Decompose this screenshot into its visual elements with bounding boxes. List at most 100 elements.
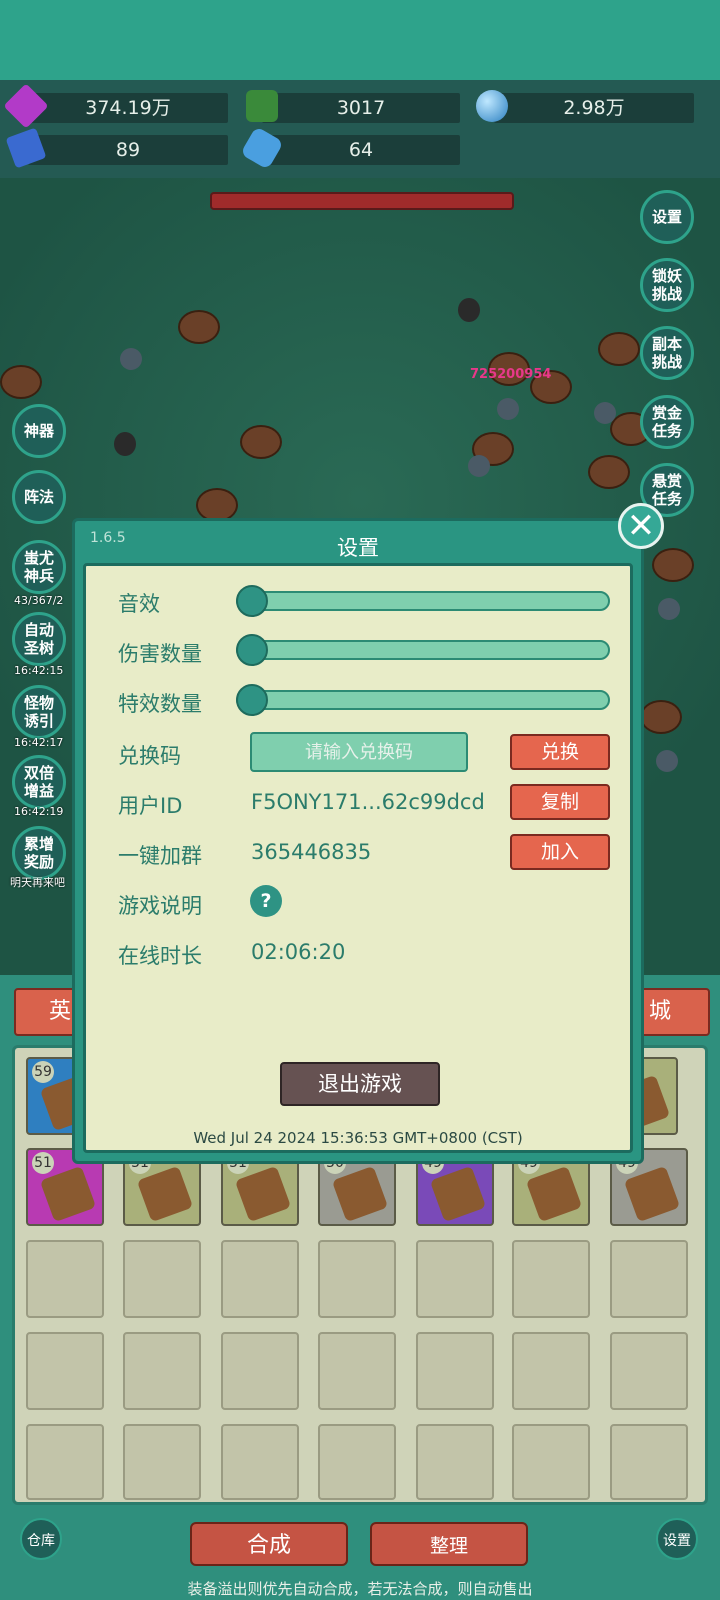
sound-slider[interactable] bbox=[236, 585, 610, 617]
resource-green-gem: 3017 bbox=[262, 93, 460, 123]
auto-sacred-tree-timer: 16:42:15 bbox=[14, 664, 64, 677]
button-label: 累增奖励 bbox=[23, 835, 54, 871]
monster-sprite bbox=[656, 750, 678, 772]
auto-merge-tip: 装备溢出则优先自动合成，若无法合成，则自动售出 bbox=[187, 1580, 533, 1598]
auto-sacred-tree-button[interactable]: 自动圣树 bbox=[12, 612, 66, 666]
button-label: 自动圣树 bbox=[23, 621, 54, 657]
monster-sprite bbox=[658, 598, 680, 620]
inventory-slot[interactable] bbox=[318, 1332, 396, 1410]
dungeon-challenge-button[interactable]: 副本挑战 bbox=[640, 326, 694, 380]
join-group-label: 一键加群 bbox=[118, 844, 202, 868]
help-icon[interactable]: ? bbox=[250, 885, 282, 917]
inventory-slot[interactable] bbox=[610, 1240, 688, 1318]
inventory-slot[interactable] bbox=[26, 1332, 104, 1410]
monster-sprite bbox=[588, 455, 630, 489]
warehouse-button[interactable]: 仓库 bbox=[20, 1518, 62, 1560]
chiyou-weapon-counter: 43/367/2 bbox=[14, 594, 64, 607]
inventory-slot[interactable] bbox=[416, 1240, 494, 1318]
button-label: 赏金任务 bbox=[651, 404, 682, 440]
exit-game-button[interactable]: 退出游戏 bbox=[280, 1062, 440, 1106]
online-time-label: 在线时长 bbox=[118, 944, 202, 968]
button-label: 合成 bbox=[246, 1533, 291, 1558]
settings-side-button[interactable]: 设置 bbox=[640, 190, 694, 244]
effect-count-label: 特效数量 bbox=[118, 692, 202, 716]
button-label: 阵法 bbox=[23, 488, 54, 506]
inventory-slot[interactable] bbox=[512, 1332, 590, 1410]
inventory-slot[interactable] bbox=[26, 1240, 104, 1318]
inventory-slot[interactable] bbox=[221, 1424, 299, 1500]
button-label: 蚩尤神兵 bbox=[23, 549, 54, 585]
redeem-code-input[interactable]: 请输入兑换码 bbox=[250, 732, 468, 772]
item-level: 51 bbox=[32, 1152, 54, 1174]
inventory-slot[interactable] bbox=[26, 1424, 104, 1500]
chiyou-weapon-button[interactable]: 蚩尤神兵 bbox=[12, 540, 66, 594]
item-level: 59 bbox=[32, 1061, 54, 1083]
join-button[interactable]: 加入 bbox=[510, 834, 610, 870]
slider-knob[interactable] bbox=[236, 634, 268, 666]
effect-count-slider[interactable] bbox=[236, 684, 610, 716]
inventory-slot[interactable] bbox=[416, 1332, 494, 1410]
redeem-code-label: 兑换码 bbox=[118, 744, 181, 768]
artifact-button[interactable]: 神器 bbox=[12, 404, 66, 458]
close-glyph: ✕ bbox=[626, 506, 656, 546]
tab-label: 英 bbox=[48, 999, 71, 1024]
resource-value: 89 bbox=[115, 139, 141, 161]
button-label: 怪物诱引 bbox=[23, 694, 54, 730]
tab-label: 城 bbox=[648, 999, 671, 1024]
damage-count-slider[interactable] bbox=[236, 634, 610, 666]
formation-button[interactable]: 阵法 bbox=[12, 470, 66, 524]
inventory-slot[interactable] bbox=[221, 1332, 299, 1410]
status-bar bbox=[0, 0, 720, 80]
monster-lure-button[interactable]: 怪物诱引 bbox=[12, 685, 66, 739]
game-help-label: 游戏说明 bbox=[118, 894, 202, 918]
settings-bottom-button[interactable]: 设置 bbox=[656, 1518, 698, 1560]
monster-sprite bbox=[458, 298, 480, 322]
double-buff-timer: 16:42:19 bbox=[14, 805, 64, 818]
monster-sprite bbox=[114, 432, 136, 456]
button-label: 双倍增益 bbox=[23, 764, 54, 800]
inventory-slot[interactable] bbox=[416, 1424, 494, 1500]
inventory-slot[interactable] bbox=[318, 1424, 396, 1500]
monster-sprite bbox=[0, 365, 42, 399]
inventory-slot[interactable] bbox=[123, 1332, 201, 1410]
green-gem-icon bbox=[246, 90, 278, 122]
inventory-slot[interactable] bbox=[512, 1240, 590, 1318]
inventory-slot[interactable] bbox=[221, 1240, 299, 1318]
resource-purple-gem: 374.19万 bbox=[28, 93, 228, 123]
sort-button[interactable]: 整理 bbox=[370, 1522, 528, 1566]
resource-value: 64 bbox=[348, 139, 374, 161]
monster-sprite bbox=[178, 310, 220, 344]
inventory-slot[interactable] bbox=[512, 1424, 590, 1500]
group-number: 365446835 bbox=[251, 840, 372, 864]
sound-label: 音效 bbox=[118, 592, 160, 616]
button-label: 设置 bbox=[651, 208, 682, 226]
slider-knob[interactable] bbox=[236, 684, 268, 716]
inventory-slot[interactable] bbox=[610, 1424, 688, 1500]
inventory-slot[interactable] bbox=[123, 1424, 201, 1500]
merge-button[interactable]: 合成 bbox=[190, 1522, 348, 1566]
resource-value: 3017 bbox=[336, 97, 386, 119]
resource-panel: 374.19万 3017 2.98万 89 64 bbox=[0, 80, 720, 178]
button-label: 副本挑战 bbox=[651, 335, 682, 371]
lock-demon-challenge-button[interactable]: 锁妖挑战 bbox=[640, 258, 694, 312]
monster-sprite bbox=[196, 488, 238, 522]
boots-icon bbox=[331, 1165, 389, 1223]
user-id-value: F5ONY171...62c99dcd bbox=[251, 790, 485, 814]
datetime-label: Wed Jul 24 2024 15:36:53 GMT+0800 (CST) bbox=[193, 1129, 523, 1147]
monster-sprite bbox=[598, 332, 640, 366]
double-buff-button[interactable]: 双倍增益 bbox=[12, 755, 66, 809]
resource-blue-crystal: 64 bbox=[262, 135, 460, 165]
inventory-slot[interactable] bbox=[318, 1240, 396, 1318]
close-icon[interactable]: ✕ bbox=[618, 503, 664, 549]
armor-icon bbox=[234, 1165, 292, 1223]
monster-sprite bbox=[240, 425, 282, 459]
inventory-slot[interactable] bbox=[123, 1240, 201, 1318]
monster-lure-timer: 16:42:17 bbox=[14, 736, 64, 749]
bounty-task-button[interactable]: 赏金任务 bbox=[640, 395, 694, 449]
redeem-button[interactable]: 兑换 bbox=[510, 734, 610, 770]
inventory-slot[interactable] bbox=[610, 1332, 688, 1410]
copy-button[interactable]: 复制 bbox=[510, 784, 610, 820]
cumulative-reward-button[interactable]: 累增奖励 bbox=[12, 826, 66, 880]
dialog-title: 设置 bbox=[337, 536, 379, 560]
slider-knob[interactable] bbox=[236, 585, 268, 617]
